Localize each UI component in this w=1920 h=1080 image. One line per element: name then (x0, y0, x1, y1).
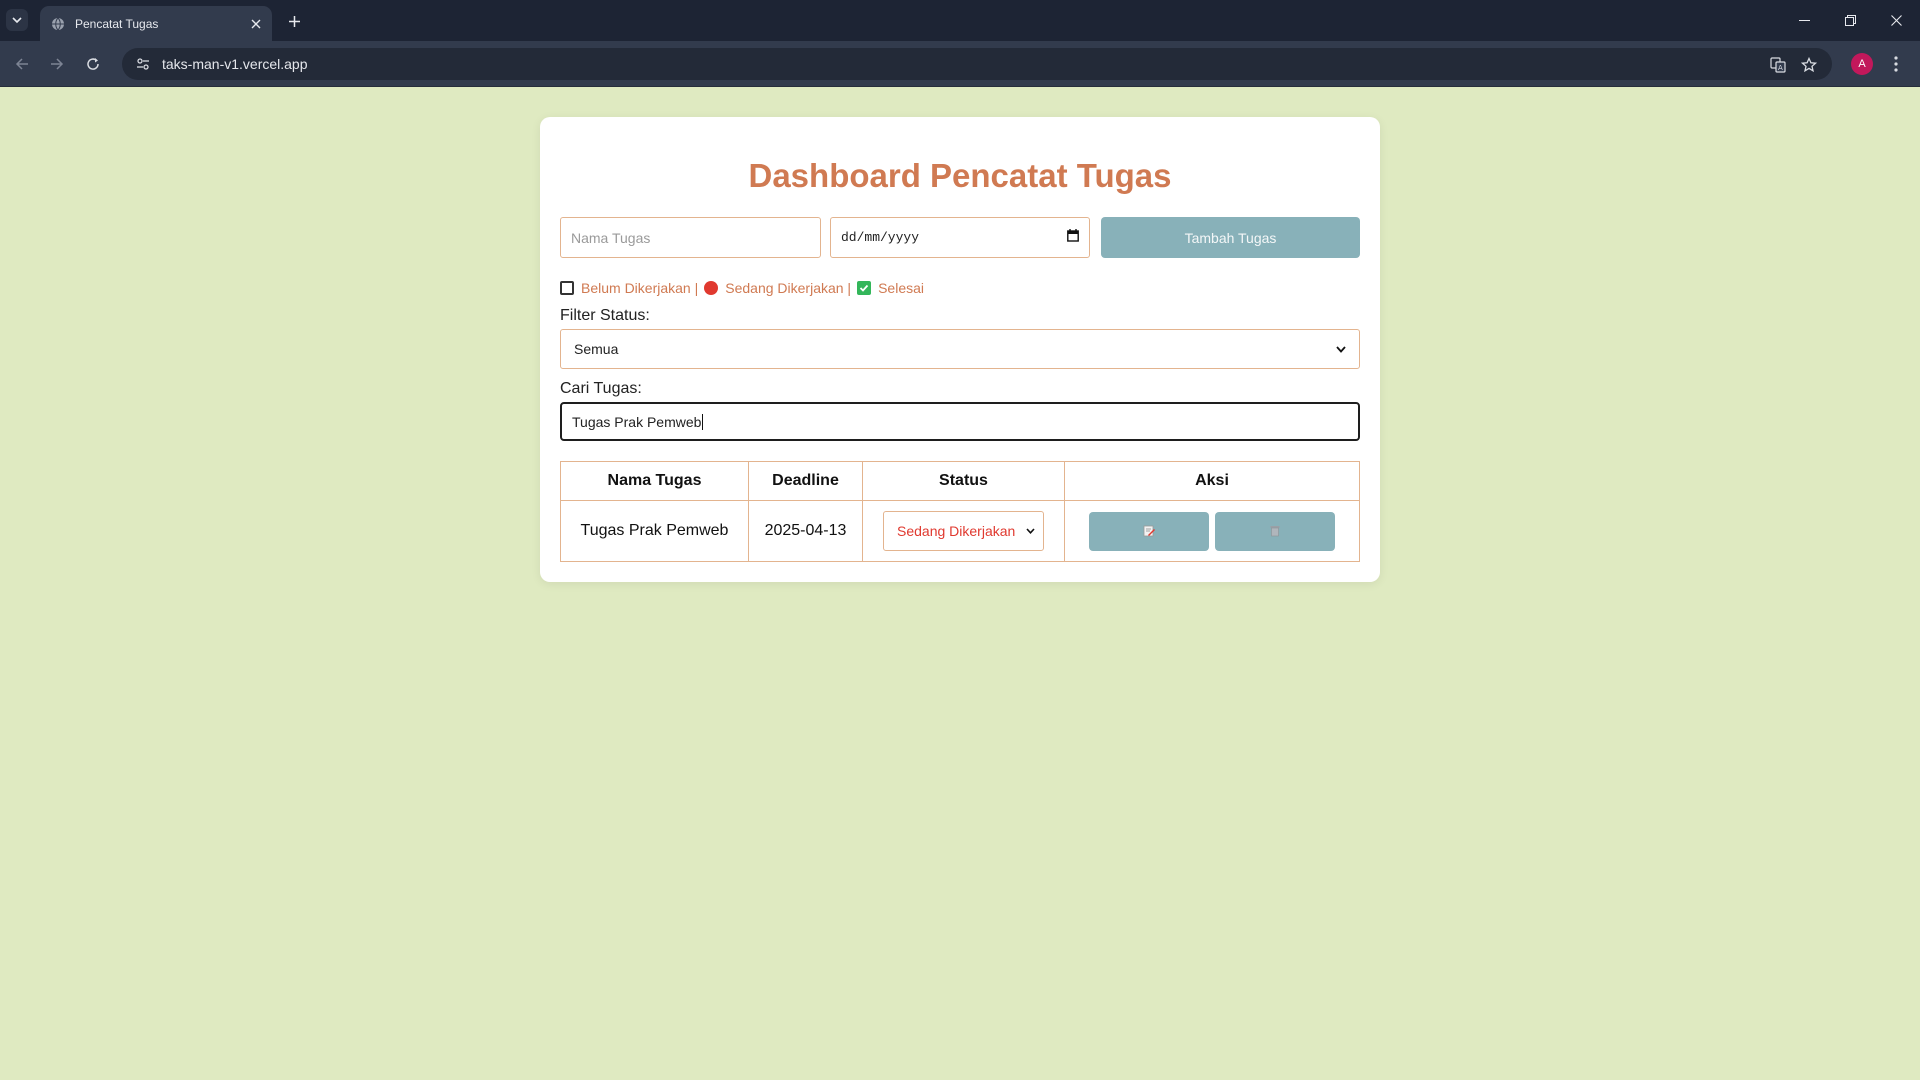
cell-aksi (1064, 500, 1360, 562)
filter-status-label: Filter Status: (560, 307, 650, 324)
svg-text:A: A (1778, 64, 1783, 72)
bookmark-star-icon[interactable] (1797, 53, 1821, 77)
header-nama: Nama Tugas (560, 461, 749, 501)
filter-status-select[interactable]: Semua (560, 329, 1360, 369)
table-row: Tugas Prak Pemweb 2025-04-13 Sedang Dike… (560, 500, 1360, 562)
chevron-down-icon (12, 17, 22, 24)
close-window-icon[interactable] (1873, 0, 1919, 41)
browser-tab[interactable]: Pencatat Tugas (40, 6, 272, 41)
translate-icon[interactable]: A (1766, 53, 1790, 77)
cell-nama: Tugas Prak Pemweb (560, 500, 749, 562)
deadline-date-input[interactable]: dd/mm/yyyy (830, 217, 1090, 258)
chevron-down-icon (1026, 528, 1035, 534)
tab-title: Pencatat Tugas (75, 16, 159, 31)
tab-search-button[interactable] (6, 9, 28, 31)
calendar-icon[interactable] (1067, 228, 1079, 247)
status-value: Sedang Dikerjakan (897, 523, 1016, 539)
address-bar[interactable]: taks-man-v1.vercel.app A (122, 48, 1832, 80)
search-label: Cari Tugas: (560, 380, 642, 397)
globe-icon (50, 16, 66, 32)
profile-avatar[interactable]: A (1851, 53, 1873, 75)
back-arrow-icon[interactable] (8, 50, 36, 78)
browser-tab-bar: Pencatat Tugas (0, 0, 1920, 41)
status-select[interactable]: Sedang Dikerjakan (883, 511, 1044, 551)
legend-sedang: Sedang Dikerjakan | (725, 280, 852, 296)
red-circle-icon (704, 281, 719, 295)
more-menu-icon[interactable] (1884, 52, 1908, 76)
restore-icon[interactable] (1827, 0, 1873, 41)
table-header-row: Nama Tugas Deadline Status Aksi (560, 461, 1360, 501)
check-mark-icon (857, 281, 872, 295)
header-aksi: Aksi (1064, 461, 1360, 501)
date-placeholder: dd/mm/yyyy (841, 230, 920, 245)
status-legend: Belum Dikerjakan | Sedang Dikerjakan | S… (560, 278, 924, 298)
forward-arrow-icon[interactable] (43, 50, 71, 78)
cell-status: Sedang Dikerjakan (862, 500, 1065, 562)
minimize-icon[interactable] (1781, 0, 1827, 41)
edit-button[interactable] (1088, 511, 1209, 551)
unchecked-box-icon (560, 281, 574, 295)
header-status: Status (862, 461, 1065, 501)
page-title: Dashboard Pencatat Tugas (748, 157, 1172, 194)
add-task-button[interactable]: Tambah Tugas (1101, 217, 1360, 258)
legend-belum: Belum Dikerjakan | (581, 280, 699, 296)
task-name-input[interactable] (560, 217, 821, 258)
search-input[interactable]: Tugas Prak Pemweb (560, 402, 1360, 441)
delete-button[interactable] (1215, 511, 1336, 551)
text-caret (702, 413, 704, 430)
browser-toolbar: taks-man-v1.vercel.app A A (0, 41, 1920, 87)
search-value: Tugas Prak Pemweb (572, 413, 702, 430)
header-deadline: Deadline (748, 461, 863, 501)
legend-selesai: Selesai (878, 280, 924, 296)
new-tab-icon[interactable] (281, 8, 307, 34)
memo-icon (1143, 525, 1155, 537)
cell-deadline: 2025-04-13 (748, 500, 863, 562)
chevron-down-icon (1336, 345, 1346, 353)
reload-icon[interactable] (79, 50, 107, 78)
site-settings-icon[interactable] (128, 49, 158, 79)
task-card: Dashboard Pencatat Tugas dd/mm/yyyy Tamb… (540, 117, 1380, 582)
close-tab-icon[interactable] (244, 12, 268, 36)
url-text: taks-man-v1.vercel.app (162, 56, 308, 72)
task-table: Nama Tugas Deadline Status Aksi Tugas Pr… (560, 461, 1360, 562)
trash-icon (1270, 526, 1280, 537)
filter-selected-value: Semua (574, 341, 619, 357)
